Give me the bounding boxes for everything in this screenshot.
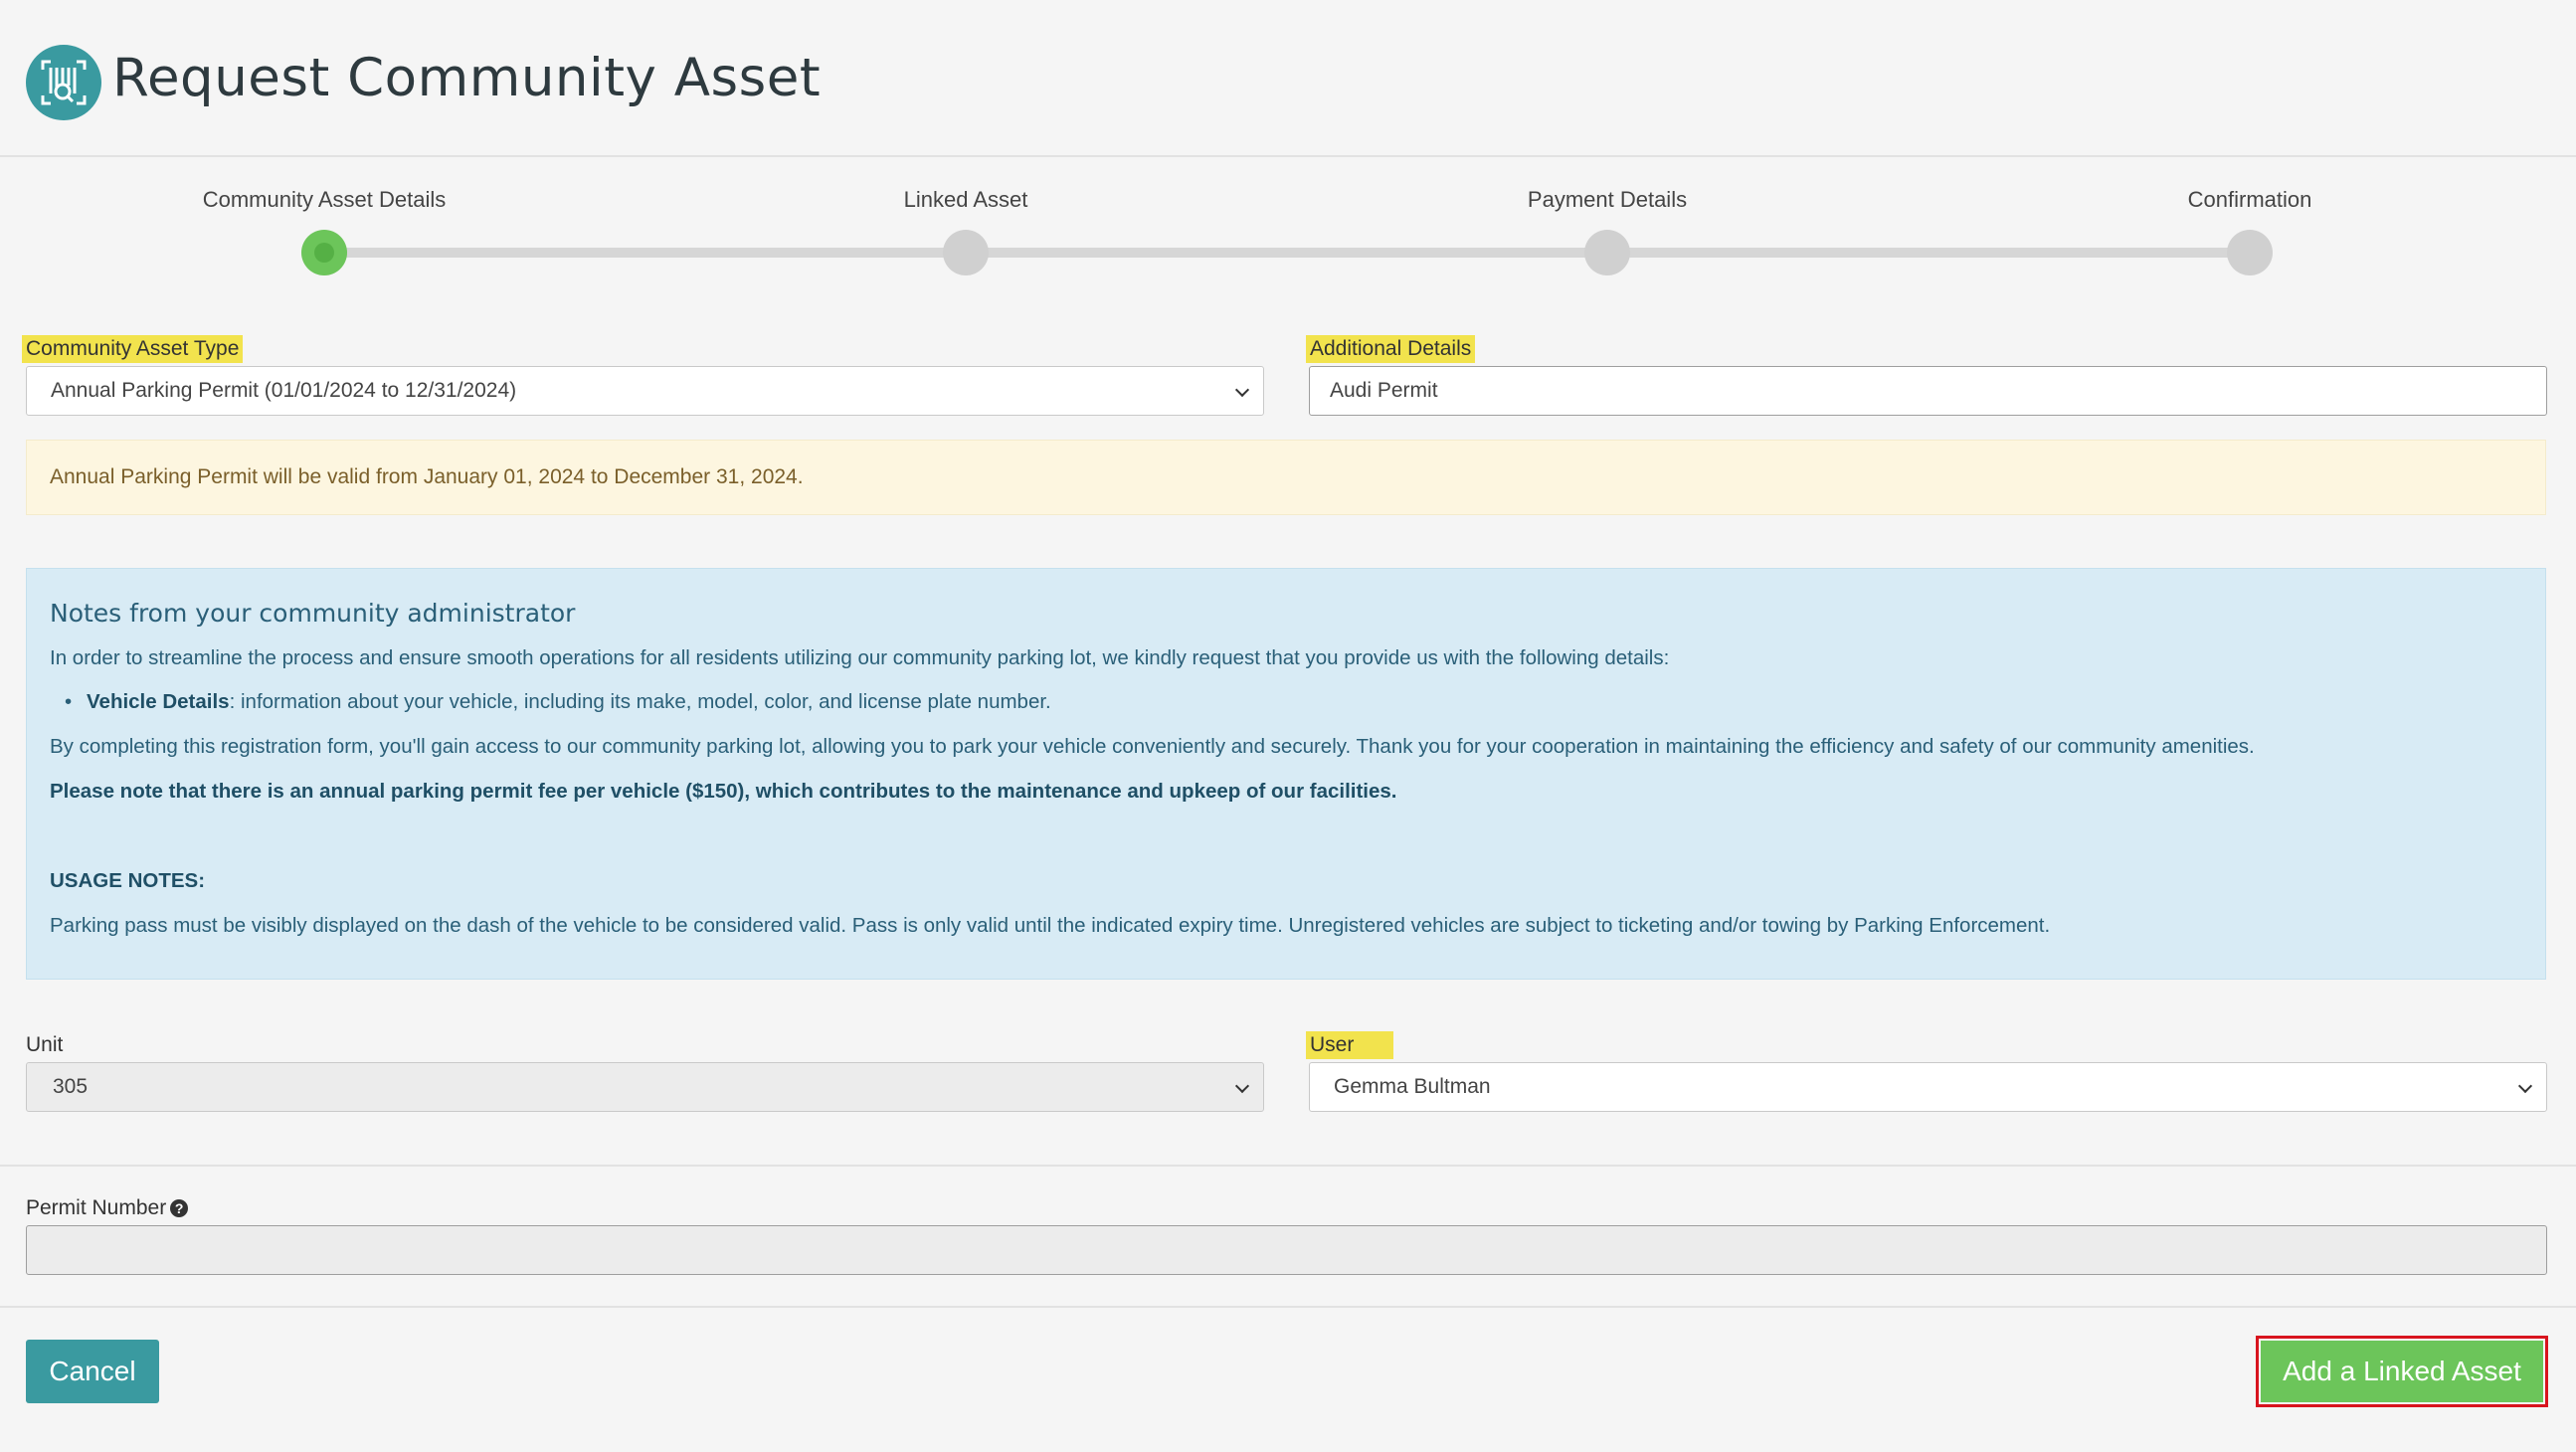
unit-select[interactable]: 305 — [26, 1062, 1264, 1112]
admin-notes-panel: Notes from your community administrator … — [26, 568, 2546, 980]
step-label-linked-asset: Linked Asset — [903, 187, 1028, 212]
add-linked-asset-button[interactable]: Add a Linked Asset — [2261, 1341, 2543, 1402]
step-label-payment-details: Payment Details — [1527, 187, 1688, 212]
page-header: Request Community Asset — [0, 0, 2576, 157]
user-label: User — [1306, 1031, 1394, 1059]
user-value: Gemma Bultman — [1334, 1075, 1491, 1098]
additional-details-input[interactable]: Audi Permit — [1309, 366, 2547, 416]
notes-fee-note: Please note that there is an annual park… — [50, 780, 1397, 803]
step-dot-confirmation — [2227, 230, 2273, 275]
divider — [0, 1306, 2576, 1308]
step-dot-asset-details — [301, 230, 347, 275]
usage-text: Parking pass must be visibly displayed o… — [50, 914, 2051, 937]
help-icon[interactable]: ? — [170, 1199, 189, 1218]
asset-type-value: Annual Parking Permit (01/01/2024 to 12/… — [51, 379, 517, 402]
page-title: Request Community Asset — [112, 48, 822, 108]
additional-details-value: Audi Permit — [1330, 379, 1438, 402]
unit-value: 305 — [53, 1075, 89, 1098]
notes-paragraph: By completing this registration form, yo… — [50, 735, 2255, 758]
divider — [0, 1165, 2576, 1167]
chevron-down-icon — [2517, 1078, 2533, 1094]
permit-number-label: Permit Number? — [22, 1194, 192, 1222]
chevron-down-icon — [1234, 1078, 1250, 1094]
additional-details-label: Additional Details — [1306, 335, 1476, 363]
notes-bullet-text: : information about your vehicle, includ… — [229, 690, 1051, 713]
notes-bullet-bold: Vehicle Details — [87, 690, 230, 713]
permit-number-input[interactable] — [26, 1225, 2547, 1275]
validity-notice: Annual Parking Permit will be valid from… — [26, 440, 2546, 515]
chevron-down-icon — [1234, 382, 1250, 398]
validity-notice-text: Annual Parking Permit will be valid from… — [50, 465, 804, 488]
notes-intro: In order to streamline the process and e… — [50, 646, 1670, 669]
cancel-button[interactable]: Cancel — [26, 1340, 159, 1403]
step-dot-linked-asset — [943, 230, 989, 275]
unit-label: Unit — [26, 1033, 64, 1056]
parking-scan-icon — [26, 45, 101, 120]
step-dot-payment-details — [1584, 230, 1630, 275]
user-select[interactable]: Gemma Bultman — [1309, 1062, 2547, 1112]
stepper-track — [324, 248, 2250, 258]
step-label-confirmation: Confirmation — [2187, 187, 2312, 212]
notes-bullet: Vehicle Details: information about your … — [65, 690, 1051, 714]
notes-title: Notes from your community administrator — [50, 599, 576, 628]
asset-type-select[interactable]: Annual Parking Permit (01/01/2024 to 12/… — [26, 366, 1264, 416]
add-linked-asset-focus-ring: Add a Linked Asset — [2256, 1336, 2548, 1407]
step-label-asset-details: Community Asset Details — [202, 187, 447, 212]
asset-type-label: Community Asset Type — [22, 335, 244, 363]
usage-heading: USAGE NOTES: — [50, 869, 206, 892]
